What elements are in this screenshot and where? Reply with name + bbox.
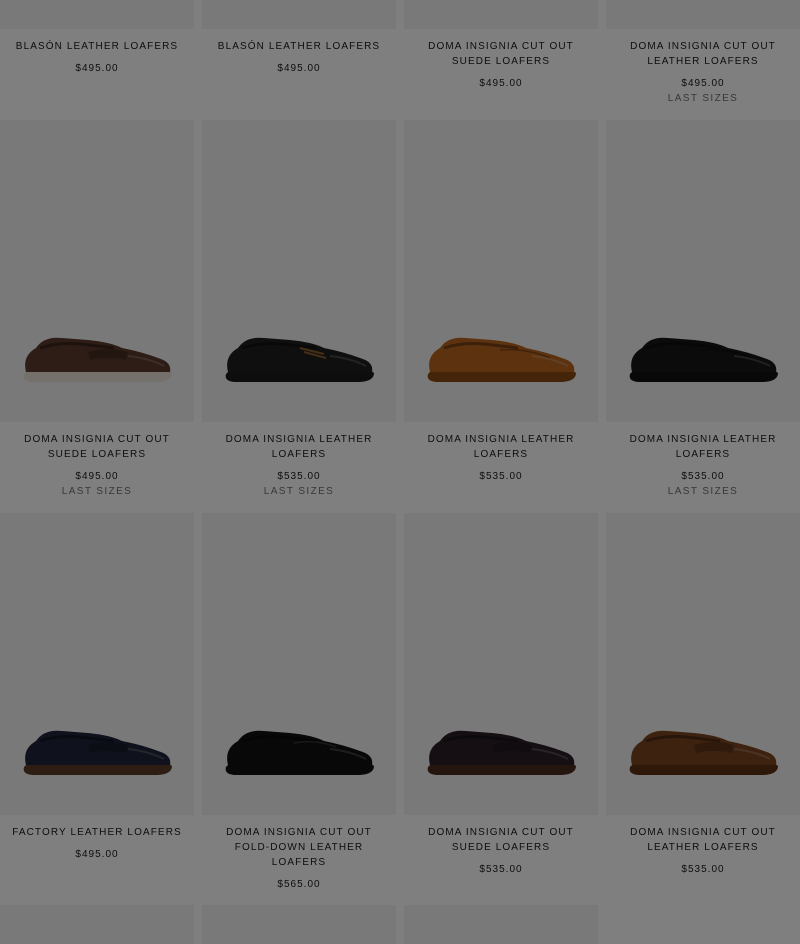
product-price: $495.00 [75,63,119,74]
product-price: $565.00 [277,879,321,890]
product-card[interactable]: BLASÓN LEATHER LOAFERS $495.00 [202,0,396,76]
product-name[interactable]: BLASÓN LEATHER LOAFERS [6,39,188,54]
product-card[interactable]: DOMA INSIGNIA LEATHER LOAFERS $535.00 [404,120,598,484]
product-card[interactable]: DOMA INSIGNIA CUT OUT SUEDE LOAFERS $495… [404,0,598,91]
product-name[interactable]: DOMA INSIGNIA CUT OUT SUEDE LOAFERS [410,825,592,855]
product-card[interactable]: DOMA INSIGNIA CUT OUT SUEDE LOAFERS $535… [404,513,598,877]
product-card[interactable]: DOMA INSIGNIA LEATHER LOAFERS $535.00 LA… [202,120,396,499]
loafer-illustration [225,337,374,382]
product-name[interactable]: FACTORY LEATHER LOAFERS [6,825,188,840]
product-image[interactable] [0,120,194,422]
loafer-illustration [427,337,576,382]
product-card[interactable]: DOMA INSIGNIA LEATHER LOAFERS $535.00 LA… [606,120,800,499]
product-name[interactable]: DOMA INSIGNIA LEATHER LOAFERS [208,432,390,462]
product-card[interactable]: DOMA INSIGNIA CUT OUT LEATHER LOAFERS $5… [606,513,800,877]
product-price: $495.00 [75,849,119,860]
product-price: $535.00 [277,471,321,482]
product-image[interactable] [404,120,598,422]
product-price: $535.00 [479,471,523,482]
product-image[interactable] [404,0,598,29]
product-image[interactable] [606,513,800,815]
upper-shape [631,337,777,372]
product-name[interactable]: DOMA INSIGNIA CUT OUT SUEDE LOAFERS [410,39,592,69]
loafer-illustration [427,730,576,775]
product-card[interactable]: DOMA INSIGNIA CUT OUT FOLD-DOWN LEATHER … [202,513,396,892]
product-price: $535.00 [681,864,725,875]
loafer-illustration [23,337,172,382]
product-image[interactable] [404,513,598,815]
loafer-illustration [629,337,778,382]
product-name[interactable]: BLASÓN LEATHER LOAFERS [208,39,390,54]
last-sizes-badge: LAST SIZES [61,486,133,497]
product-card[interactable] [404,905,598,944]
product-card[interactable]: FACTORY LEATHER LOAFERS $495.00 [0,513,194,862]
product-name[interactable]: DOMA INSIGNIA CUT OUT LEATHER LOAFERS [612,39,794,69]
product-price: $495.00 [75,471,119,482]
product-card[interactable]: DOMA INSIGNIA CUT OUT LEATHER LOAFERS $4… [606,0,800,106]
product-price: $495.00 [479,78,523,89]
product-card[interactable]: DOMA INSIGNIA CUT OUT SUEDE LOAFERS $495… [0,120,194,499]
last-sizes-badge: LAST SIZES [667,93,739,104]
product-image[interactable] [404,905,598,944]
upper-shape [227,337,373,372]
loafer-illustration [629,730,778,775]
product-image[interactable] [606,0,800,29]
product-price: $495.00 [681,78,725,89]
product-name[interactable]: DOMA INSIGNIA LEATHER LOAFERS [612,432,794,462]
product-price: $535.00 [681,471,725,482]
product-name[interactable]: DOMA INSIGNIA CUT OUT SUEDE LOAFERS [6,432,188,462]
loafer-illustration [225,730,374,775]
product-image[interactable] [202,0,396,29]
product-name[interactable]: DOMA INSIGNIA CUT OUT LEATHER LOAFERS [612,825,794,855]
loafer-illustration [23,730,172,775]
product-price: $535.00 [479,864,523,875]
product-image[interactable] [202,120,396,422]
product-card[interactable] [0,905,194,944]
product-grid: BLASÓN LEATHER LOAFERS $495.00 BLASÓN LE… [0,0,800,944]
product-image[interactable] [606,120,800,422]
product-card[interactable]: BLASÓN LEATHER LOAFERS $495.00 [0,0,194,76]
product-name[interactable]: DOMA INSIGNIA LEATHER LOAFERS [410,432,592,462]
product-image[interactable] [0,513,194,815]
product-image[interactable] [0,0,194,29]
product-image[interactable] [202,905,396,944]
upper-shape [227,730,373,765]
last-sizes-badge: LAST SIZES [263,486,335,497]
upper-shape [429,337,575,372]
product-image[interactable] [202,513,396,815]
product-price: $495.00 [277,63,321,74]
product-image[interactable] [0,905,194,944]
product-card[interactable] [202,905,396,944]
product-name[interactable]: DOMA INSIGNIA CUT OUT FOLD-DOWN LEATHER … [208,825,390,870]
last-sizes-badge: LAST SIZES [667,486,739,497]
